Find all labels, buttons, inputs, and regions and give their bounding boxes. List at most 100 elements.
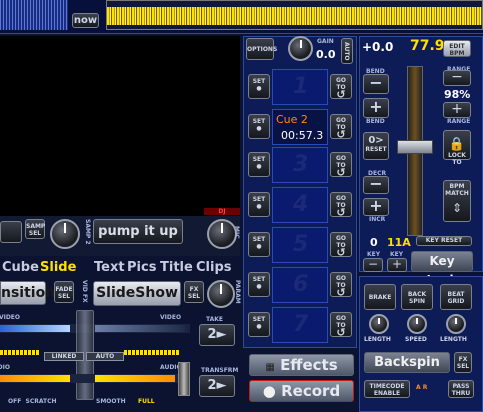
set-button[interactable]: SET ● xyxy=(248,272,270,297)
length-knob[interactable] xyxy=(369,314,389,334)
pitch-slider-handle[interactable] xyxy=(397,140,433,154)
linked-button[interactable]: LINKED xyxy=(44,352,84,361)
options-button[interactable]: OPTIONS xyxy=(246,38,277,60)
key-minus-button[interactable]: − xyxy=(363,258,383,272)
key-plus-button[interactable]: + xyxy=(387,258,407,272)
hotcue-button[interactable]: 5 xyxy=(272,227,328,263)
goto-button[interactable]: GO TO ↺ xyxy=(330,312,352,338)
goto-button[interactable]: GO TO ↺ xyxy=(330,152,352,178)
goto-button[interactable]: GO TO ↺ xyxy=(330,74,352,100)
sampler-slot-label: SAMP 2 xyxy=(84,219,91,245)
hotcue-button[interactable]: 4 xyxy=(272,187,328,223)
hotcue-button[interactable]: 7 xyxy=(272,307,328,343)
length2-knob[interactable] xyxy=(446,314,466,334)
key-reset-button[interactable]: KEY RESET xyxy=(416,236,472,246)
decr-button[interactable]: − xyxy=(363,176,389,194)
set-button[interactable]: SET ● xyxy=(248,114,270,139)
transform-button[interactable]: 2► xyxy=(199,375,235,397)
backspin-effect-button[interactable]: Backspin xyxy=(364,352,450,373)
tab-slide[interactable]: Slide xyxy=(40,260,76,275)
hotcue-number: 5 xyxy=(293,232,309,257)
hotcue-button[interactable]: 1 xyxy=(272,69,328,105)
set-button[interactable]: SET ● xyxy=(248,192,270,217)
range-plus-button[interactable]: + xyxy=(443,102,471,118)
bpm-match-button[interactable]: BPM MATCH ⇕ xyxy=(443,180,471,222)
video-fx-select-button[interactable]: FX SEL xyxy=(184,281,204,303)
tab-title[interactable]: Title xyxy=(160,260,193,275)
speed-knob[interactable] xyxy=(407,314,427,334)
bend-plus-label: BEND xyxy=(366,118,385,125)
sampler-prev-button[interactable] xyxy=(0,221,22,243)
hotcue-number: 7 xyxy=(293,312,309,337)
set-button[interactable]: SET ● xyxy=(248,152,270,177)
range-minus-button[interactable]: − xyxy=(443,70,471,86)
video-param-knob[interactable] xyxy=(207,280,235,308)
sampler-select-button[interactable]: SAMP SEL xyxy=(25,219,45,239)
record-button[interactable]: ● Record xyxy=(249,380,354,402)
key-lock-button[interactable]: Key Lock xyxy=(411,251,473,287)
smooth-label[interactable]: SMOOTH xyxy=(96,398,126,405)
waveform-display[interactable] xyxy=(106,0,483,30)
fade-select-button[interactable]: FADE SEL xyxy=(54,281,74,303)
audio-level-bar xyxy=(0,374,178,383)
audio-level-fill-right xyxy=(95,375,175,382)
incr-button[interactable]: + xyxy=(363,198,389,216)
off-label[interactable]: OFF xyxy=(8,398,21,405)
set-button[interactable]: SET ● xyxy=(248,74,270,99)
set-button[interactable]: SET ● xyxy=(248,232,270,257)
transition-button[interactable]: nsition xyxy=(0,281,55,305)
set-button[interactable]: SET ● xyxy=(248,312,270,337)
scratch-label[interactable]: SCRATCH xyxy=(26,398,57,405)
video-label-right: VIDEO xyxy=(160,314,182,321)
tab-clips[interactable]: Clips xyxy=(196,260,232,275)
goto-button[interactable]: GO TO ↺ xyxy=(330,192,352,219)
goto-arrow-icon: ↺ xyxy=(336,206,346,219)
goto-button[interactable]: GO TO ↺ xyxy=(330,272,352,298)
beatgrid-button[interactable]: BEAT GRID xyxy=(440,284,472,310)
timecode-enable-button[interactable]: TIMECODE ENABLE xyxy=(364,380,410,398)
take-button[interactable]: 2► xyxy=(199,324,235,346)
cue-row-1: SET ● 1 GO TO ↺ xyxy=(246,68,354,106)
slideshow-button[interactable]: SlideShow xyxy=(93,281,181,306)
sampler-volume-knob[interactable] xyxy=(50,219,80,249)
bend-plus-button[interactable]: + xyxy=(363,98,389,118)
auto-button[interactable]: AUTO xyxy=(86,352,124,361)
backspin-button[interactable]: BACK SPIN xyxy=(401,284,433,310)
pitch-reset-button[interactable]: 0> RESET xyxy=(363,132,389,160)
record-dot-icon: ● xyxy=(262,382,276,400)
now-button[interactable]: now xyxy=(72,13,99,28)
goto-button[interactable]: GO TO ↺ xyxy=(330,114,352,140)
range-plus-label: RANGE xyxy=(447,118,471,125)
abs-rel-toggle[interactable]: A R xyxy=(416,384,436,391)
gain-label: GAIN xyxy=(317,38,334,45)
edit-bpm-button[interactable]: EDIT BPM xyxy=(443,40,471,57)
tab-cube[interactable]: Cube xyxy=(2,260,39,275)
effects-button[interactable]: ▦ Effects xyxy=(249,354,354,376)
lock-icon: 🔒 xyxy=(448,137,466,152)
cue-row-7: SET ● 7 GO TO ↺ xyxy=(246,306,354,344)
transform-value: 2 xyxy=(207,378,217,393)
goto-button[interactable]: GO TO ↺ xyxy=(330,232,352,258)
gain-knob[interactable] xyxy=(288,36,313,61)
mini-waveform[interactable] xyxy=(0,0,68,30)
fx-select-button[interactable]: FX SEL xyxy=(454,352,472,373)
match-arrows-icon: ⇕ xyxy=(451,201,463,215)
tab-pics[interactable]: Pics xyxy=(127,260,156,275)
bend-minus-button[interactable]: − xyxy=(363,74,389,94)
audio-fader[interactable] xyxy=(178,362,190,396)
full-label[interactable]: FULL xyxy=(138,398,155,405)
pass-thru-button[interactable]: PASS THRU xyxy=(448,380,474,398)
sample-name-button[interactable]: pump it up xyxy=(93,219,183,244)
mic-label: MIC xyxy=(233,226,240,239)
hotcue-button[interactable]: 6 xyxy=(272,267,328,303)
video-level-bar xyxy=(0,324,190,333)
range-value: 98% xyxy=(444,88,471,101)
video-preview xyxy=(0,36,240,216)
lock-to-button[interactable]: 🔒 LOCK TO xyxy=(443,130,471,166)
audio-meter-right-top xyxy=(124,350,179,355)
hotcue-button[interactable]: 3 xyxy=(272,147,328,183)
tab-text[interactable]: Text xyxy=(94,260,125,275)
auto-gain-button[interactable]: AUTO xyxy=(341,38,353,64)
brake-button[interactable]: BRAKE xyxy=(364,284,396,310)
hotcue-button[interactable]: Cue 2 00:57.3 xyxy=(272,109,328,145)
